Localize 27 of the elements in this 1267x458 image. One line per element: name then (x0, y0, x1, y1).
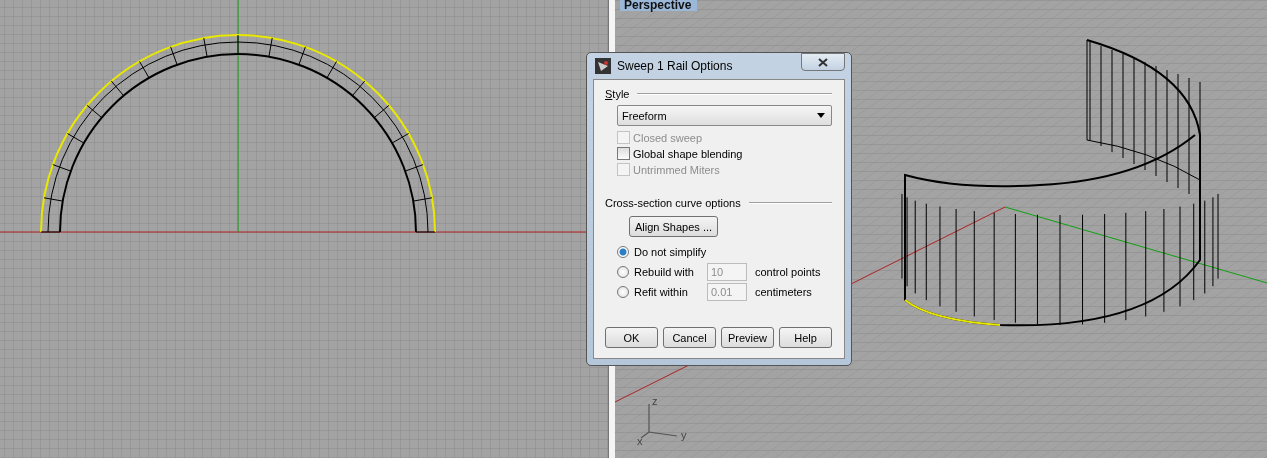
unit-label: centimeters (755, 286, 812, 298)
close-button[interactable] (801, 53, 845, 71)
dialog-button[interactable]: OK (605, 327, 658, 348)
axis-label: x (637, 436, 643, 447)
viewport-label[interactable]: Perspective (620, 0, 698, 11)
checkbox-label: Closed sweep (633, 131, 703, 144)
style-dropdown[interactable]: Freeform (617, 105, 832, 126)
radio-button[interactable] (617, 246, 629, 258)
unit-label: control points (755, 266, 821, 278)
radio-label: Rebuild with (634, 266, 695, 278)
radio-label: Do not simplify (634, 246, 707, 258)
dialog-button[interactable]: Cancel (663, 327, 716, 348)
dialog-button[interactable]: Help (779, 327, 832, 348)
app-icon (595, 58, 611, 74)
checkbox-label: Global shape blending (633, 147, 743, 160)
radio-label: Refit within (634, 286, 689, 298)
axis-label: y (681, 430, 687, 441)
caret-icon (817, 113, 825, 118)
checkbox-label: Untrimmed Miters (633, 163, 720, 176)
close-icon (818, 57, 828, 67)
radio-button[interactable] (617, 266, 629, 278)
window-title: Sweep 1 Rail Options (617, 59, 734, 73)
checkbox[interactable] (617, 147, 630, 160)
radio-button[interactable] (617, 286, 629, 298)
axis-label: z (652, 396, 658, 407)
align-shapes-button[interactable]: Align Shapes ... (629, 216, 719, 237)
dialog-button[interactable]: Preview (721, 327, 774, 348)
